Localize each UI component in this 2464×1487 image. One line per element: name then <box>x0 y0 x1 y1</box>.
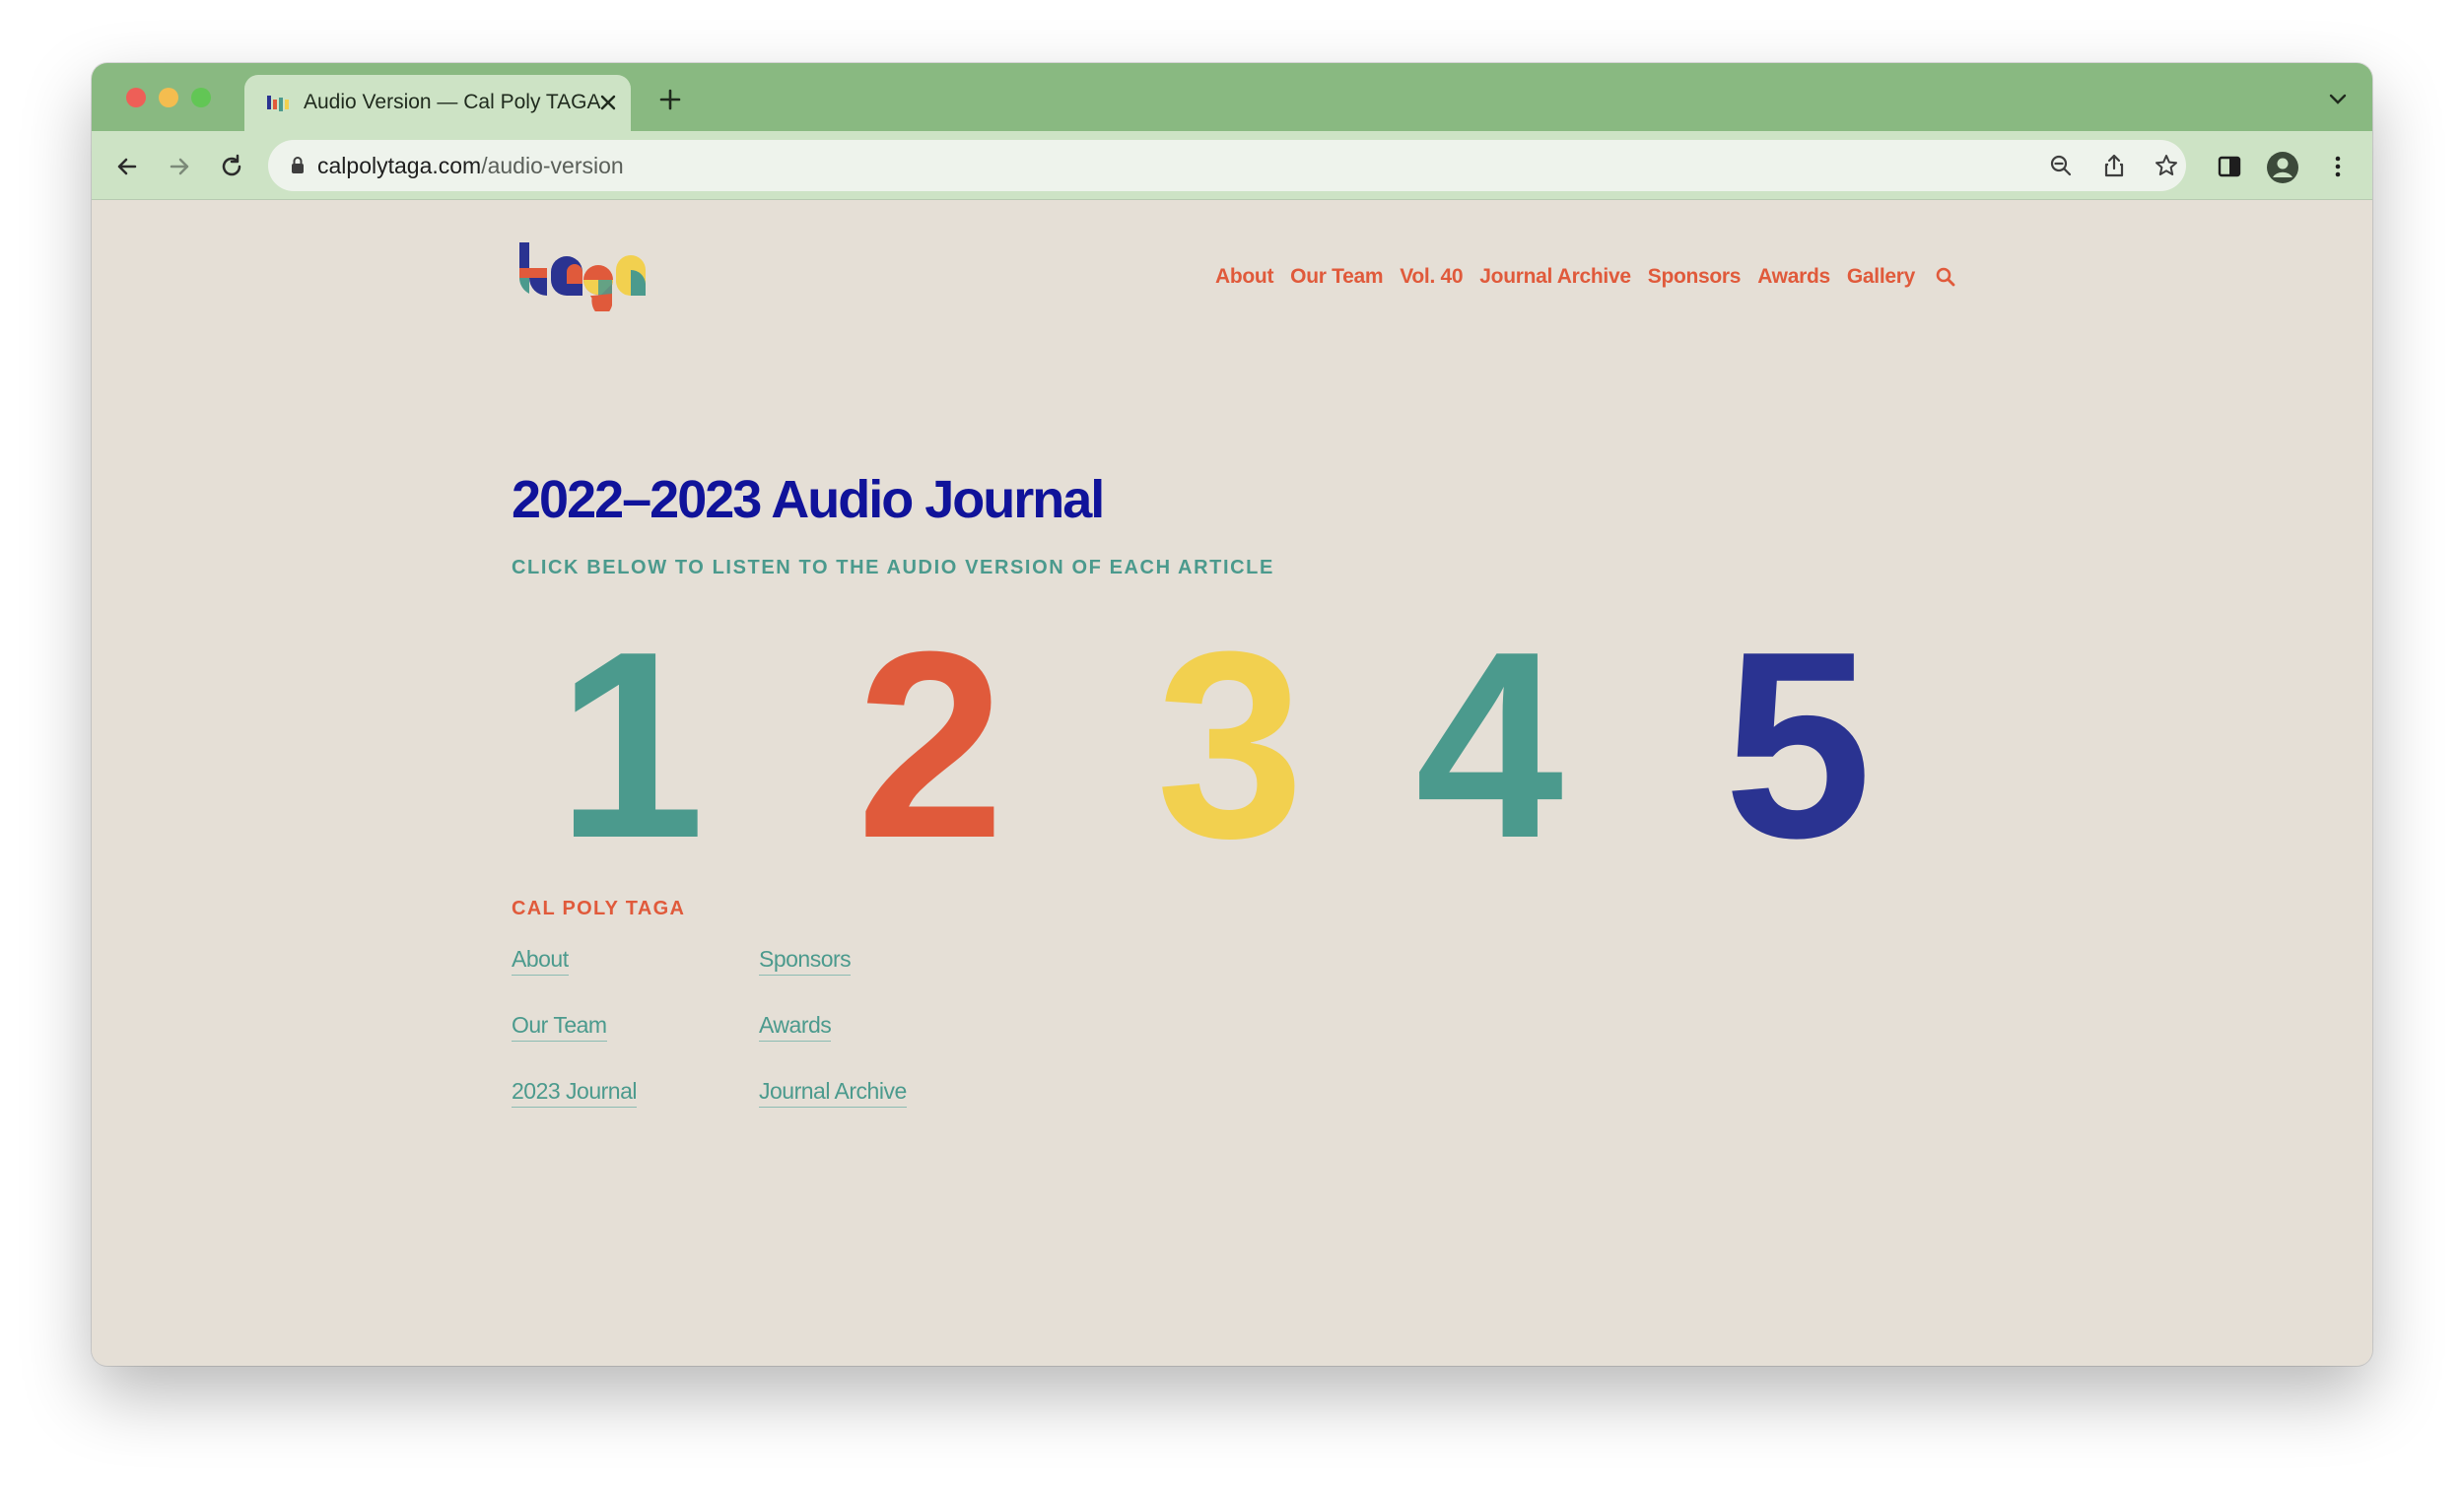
nav-our-team[interactable]: Our Team <box>1290 265 1383 289</box>
article-4-audio-link[interactable]: 4 <box>1415 613 1563 879</box>
footer-heading: CAL POLY TAGA <box>512 898 686 919</box>
url-path: /audio-version <box>481 153 624 178</box>
forward-arrow-icon[interactable] <box>166 153 193 180</box>
nav-gallery[interactable]: Gallery <box>1847 265 1915 289</box>
tab-title: Audio Version — Cal Poly TAGA <box>304 91 601 113</box>
footer-link-2023-journal[interactable]: 2023 Journal <box>512 1078 638 1108</box>
search-icon[interactable] <box>1935 266 1956 288</box>
zoom-out-icon[interactable] <box>2048 153 2074 178</box>
main-nav: About Our Team Vol. 40 Journal Archive S… <box>1215 262 1956 292</box>
tab-strip: Audio Version — Cal Poly TAGA <box>92 63 2372 131</box>
footer-link-sponsors[interactable]: Sponsors <box>759 946 852 976</box>
back-arrow-icon[interactable] <box>113 153 141 180</box>
nav-journal-archive[interactable]: Journal Archive <box>1479 265 1631 289</box>
page-content: About Our Team Vol. 40 Journal Archive S… <box>92 201 2372 1366</box>
share-icon[interactable] <box>2101 153 2127 178</box>
lock-icon[interactable] <box>290 156 306 175</box>
side-panel-icon[interactable] <box>2216 153 2243 180</box>
footer-link-our-team[interactable]: Our Team <box>512 1012 607 1042</box>
footer-link-about[interactable]: About <box>512 946 569 976</box>
taga-logo[interactable] <box>517 240 651 311</box>
profile-icon[interactable] <box>2266 151 2299 184</box>
tab-audio-version[interactable]: Audio Version — Cal Poly TAGA <box>244 75 631 131</box>
close-tab-icon[interactable] <box>596 91 620 114</box>
taga-favicon-icon <box>267 96 289 111</box>
minimize-window-button[interactable] <box>159 88 178 107</box>
nav-vol-40[interactable]: Vol. 40 <box>1400 265 1463 289</box>
nav-about[interactable]: About <box>1215 265 1273 289</box>
address-bar[interactable]: calpolytaga.com/audio-version <box>268 140 2186 191</box>
browser-window: Audio Version — Cal Poly TAGA calpolytag… <box>92 63 2372 1366</box>
star-icon[interactable] <box>2154 153 2179 178</box>
new-tab-icon[interactable] <box>657 87 683 112</box>
reload-icon[interactable] <box>218 153 245 180</box>
footer-link-journal-archive[interactable]: Journal Archive <box>759 1078 907 1108</box>
page-subtitle: CLICK BELOW TO LISTEN TO THE AUDIO VERSI… <box>512 557 1274 578</box>
page-title: 2022–2023 Audio Journal <box>512 470 1105 529</box>
article-5-audio-link[interactable]: 5 <box>1724 613 1872 879</box>
article-1-audio-link[interactable]: 1 <box>557 613 705 879</box>
kebab-menu-icon[interactable] <box>2324 153 2352 180</box>
article-2-audio-link[interactable]: 2 <box>856 613 1004 879</box>
url-text[interactable]: calpolytaga.com/audio-version <box>317 153 624 179</box>
close-window-button[interactable] <box>126 88 146 107</box>
footer-link-awards[interactable]: Awards <box>759 1012 832 1042</box>
article-3-audio-link[interactable]: 3 <box>1156 613 1304 879</box>
nav-awards[interactable]: Awards <box>1757 265 1830 289</box>
chevron-down-icon[interactable] <box>2327 91 2349 106</box>
fullscreen-window-button[interactable] <box>191 88 211 107</box>
browser-toolbar: calpolytaga.com/audio-version <box>92 131 2372 200</box>
url-host: calpolytaga.com <box>317 153 482 178</box>
nav-sponsors[interactable]: Sponsors <box>1648 265 1742 289</box>
